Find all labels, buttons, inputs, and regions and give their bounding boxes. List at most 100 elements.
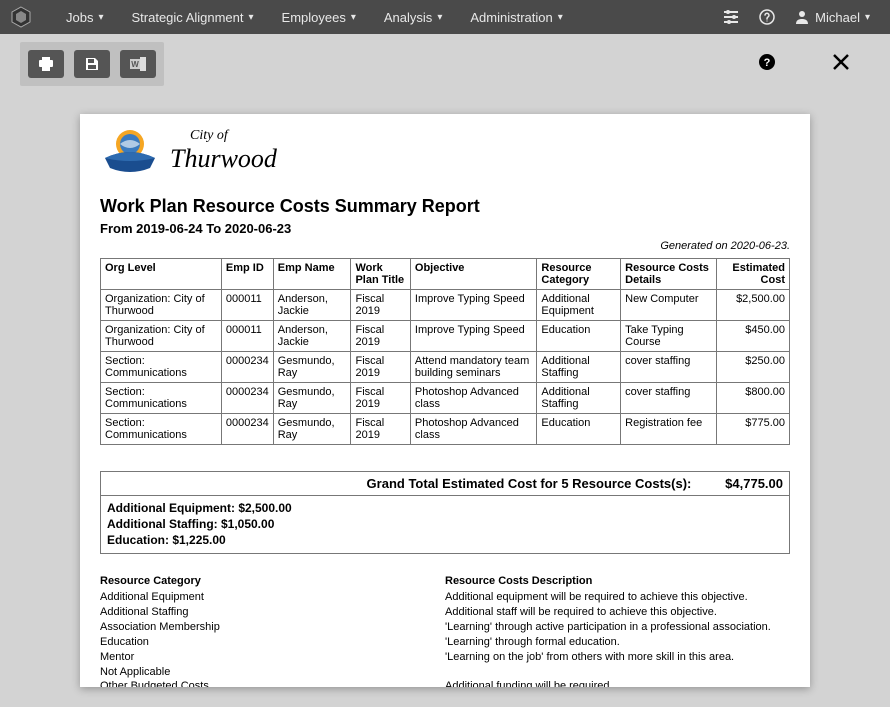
grand-total-amount: $4,775.00 (703, 476, 783, 491)
print-button[interactable] (28, 50, 64, 78)
table-row: Section: Communications0000234Gesmundo, … (101, 352, 790, 383)
svg-text:W: W (131, 60, 139, 69)
dialog-help-button[interactable]: ? (758, 53, 776, 76)
legend-description-header: Resource Costs Description (445, 574, 790, 589)
chevron-down-icon: ▾ (437, 12, 442, 23)
col-estimated-cost: Estimated Cost (716, 259, 789, 290)
legend-description: 'Learning' through formal education. (445, 635, 790, 650)
cell: Fiscal 2019 (351, 321, 410, 352)
col-emp-id: Emp ID (221, 259, 273, 290)
cell: Additional Staffing (537, 383, 621, 414)
toolbar-button-group: W (20, 42, 164, 86)
legend-description: Additional staff will be required to ach… (445, 605, 790, 620)
legend-description (445, 665, 790, 680)
chevron-down-icon: ▾ (351, 12, 356, 23)
save-button[interactable] (74, 50, 110, 78)
user-icon (795, 10, 809, 24)
nav-strategic-alignment[interactable]: Strategic Alignment▾ (118, 0, 268, 34)
chevron-down-icon: ▾ (98, 12, 103, 23)
cell: Gesmundo, Ray (273, 352, 351, 383)
category-subtotals: Additional Equipment: $2,500.00Additiona… (101, 496, 789, 553)
legend-category: Additional Equipment (100, 590, 445, 605)
report-scroll-area[interactable]: City of Thurwood Work Plan Resource Cost… (80, 114, 810, 687)
cell: 000011 (221, 290, 273, 321)
cell: Take Typing Course (621, 321, 716, 352)
cell: Anderson, Jackie (273, 290, 351, 321)
generated-timestamp: Generated on 2020-06-23. (100, 240, 790, 252)
grand-total-box: Grand Total Estimated Cost for 5 Resourc… (100, 471, 790, 554)
table-row: Section: Communications0000234Gesmundo, … (101, 414, 790, 445)
svg-text:?: ? (764, 57, 771, 69)
settings-icon[interactable] (713, 9, 749, 25)
print-icon (38, 57, 54, 71)
cell: Improve Typing Speed (410, 321, 536, 352)
legend-category: Additional Staffing (100, 605, 445, 620)
legend-category-header: Resource Category (100, 574, 445, 589)
table-header-row: Org Level Emp ID Emp Name Work Plan Titl… (101, 259, 790, 290)
cell: Fiscal 2019 (351, 352, 410, 383)
subtotal-line: Additional Staffing: $1,050.00 (107, 516, 783, 532)
cell: Additional Equipment (537, 290, 621, 321)
nav-analysis[interactable]: Analysis▾ (370, 0, 456, 34)
legend-description: 'Learning on the job' from others with m… (445, 650, 790, 665)
nav-employees[interactable]: Employees▾ (268, 0, 370, 34)
help-icon: ? (758, 53, 776, 71)
legend-description: Additional equipment will be required to… (445, 590, 790, 605)
cell: 0000234 (221, 414, 273, 445)
nav-jobs[interactable]: Jobs▾ (52, 0, 118, 34)
nav-administration[interactable]: Administration▾ (456, 0, 576, 34)
org-name: City of Thurwood (170, 128, 277, 174)
cell: $450.00 (716, 321, 789, 352)
col-resource-category: Resource Category (537, 259, 621, 290)
cell: Photoshop Advanced class (410, 414, 536, 445)
report-title: Work Plan Resource Costs Summary Report (100, 196, 790, 217)
export-word-button[interactable]: W (120, 50, 156, 78)
cell: Improve Typing Speed (410, 290, 536, 321)
grand-total-label: Grand Total Estimated Cost for 5 Resourc… (367, 476, 692, 491)
chevron-down-icon: ▾ (558, 12, 563, 23)
cell: Section: Communications (101, 383, 222, 414)
cell: cover staffing (621, 352, 716, 383)
cell: Additional Staffing (537, 352, 621, 383)
cell: Section: Communications (101, 414, 222, 445)
legend-category: Mentor (100, 650, 445, 665)
legend: Resource Category Additional EquipmentAd… (100, 574, 790, 687)
cell: $775.00 (716, 414, 789, 445)
cell: Education (537, 321, 621, 352)
cell: $2,500.00 (716, 290, 789, 321)
legend-description: 'Learning' through active participation … (445, 620, 790, 635)
cell: New Computer (621, 290, 716, 321)
cell: Registration fee (621, 414, 716, 445)
legend-category: Other Budgeted Costs (100, 679, 445, 687)
cell: Fiscal 2019 (351, 290, 410, 321)
cell: Fiscal 2019 (351, 383, 410, 414)
cell: cover staffing (621, 383, 716, 414)
app-logo (10, 6, 32, 28)
close-icon (832, 53, 850, 71)
legend-category: Education (100, 635, 445, 650)
cell: Organization: City of Thurwood (101, 290, 222, 321)
subtotal-line: Education: $1,225.00 (107, 532, 783, 548)
city-logo (100, 126, 160, 176)
report-toolbar: W ? (0, 34, 890, 86)
report-page: City of Thurwood Work Plan Resource Cost… (80, 114, 810, 687)
cell: Gesmundo, Ray (273, 414, 351, 445)
top-nav: Jobs▾ Strategic Alignment▾ Employees▾ An… (0, 0, 890, 34)
close-button[interactable] (812, 51, 870, 77)
nav-user-menu[interactable]: Michael▾ (785, 10, 880, 25)
chevron-down-icon: ▾ (249, 12, 254, 23)
subtotal-line: Additional Equipment: $2,500.00 (107, 500, 783, 516)
cell: Fiscal 2019 (351, 414, 410, 445)
report-dialog: W ? (0, 34, 890, 707)
col-objective: Objective (410, 259, 536, 290)
resource-costs-table: Org Level Emp ID Emp Name Work Plan Titl… (100, 258, 790, 445)
col-resource-details: Resource Costs Details (621, 259, 716, 290)
cell: $800.00 (716, 383, 789, 414)
col-work-plan: Work Plan Title (351, 259, 410, 290)
table-row: Organization: City of Thurwood000011Ande… (101, 321, 790, 352)
table-row: Organization: City of Thurwood000011Ande… (101, 290, 790, 321)
cell: Gesmundo, Ray (273, 383, 351, 414)
report-date-range: From 2019-06-24 To 2020-06-23 (100, 221, 790, 236)
cell: Attend mandatory team building seminars (410, 352, 536, 383)
help-icon[interactable] (749, 9, 785, 25)
